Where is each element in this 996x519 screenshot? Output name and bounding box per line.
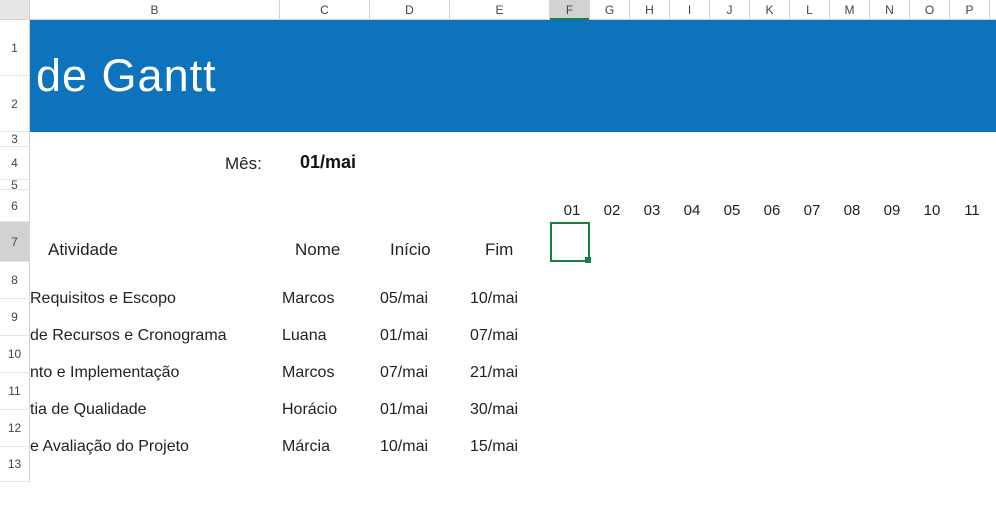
row-header-2[interactable]: 2: [0, 76, 30, 132]
column-header-P[interactable]: P: [950, 0, 990, 19]
column-header-E[interactable]: E: [450, 0, 550, 19]
row-header-11[interactable]: 11: [0, 373, 30, 410]
gantt-day-cell: 08: [832, 202, 872, 219]
header-atividade: Atividade: [48, 240, 118, 260]
column-header-G[interactable]: G: [590, 0, 630, 19]
month-label: Mês:: [225, 154, 262, 174]
row-header-1[interactable]: 1: [0, 20, 30, 76]
active-cell-outline: [550, 222, 590, 262]
row-header-8[interactable]: 8: [0, 262, 30, 299]
column-header-L[interactable]: L: [790, 0, 830, 19]
column-header-M[interactable]: M: [830, 0, 870, 19]
cell-atividade: de Recursos e Cronograma: [30, 327, 227, 345]
column-header-C[interactable]: C: [280, 0, 370, 19]
cell-fim: 15/mai: [470, 438, 518, 456]
gantt-day-cell: 09: [872, 202, 912, 219]
fill-handle[interactable]: [585, 257, 591, 263]
column-header-H[interactable]: H: [630, 0, 670, 19]
cell-nome: Márcia: [282, 438, 330, 456]
row-header-13[interactable]: 13: [0, 447, 30, 482]
cell-atividade: nto e Implementação: [30, 364, 179, 382]
cell-fim: 10/mai: [470, 290, 518, 308]
row-header-10[interactable]: 10: [0, 336, 30, 373]
row-header-9[interactable]: 9: [0, 299, 30, 336]
gantt-day-cell: 02: [592, 202, 632, 219]
cell-atividade: Requisitos e Escopo: [30, 290, 176, 308]
cell-inicio: 07/mai: [380, 364, 428, 382]
column-header-D[interactable]: D: [370, 0, 450, 19]
cell-inicio: 05/mai: [380, 290, 428, 308]
cell-nome: Marcos: [282, 364, 334, 382]
cell-inicio: 01/mai: [380, 327, 428, 345]
cell-fim: 21/mai: [470, 364, 518, 382]
header-nome: Nome: [295, 240, 340, 260]
month-value[interactable]: 01/mai: [300, 152, 356, 173]
gantt-day-cell: 04: [672, 202, 712, 219]
cell-nome: Horácio: [282, 401, 337, 419]
cell-inicio: 10/mai: [380, 438, 428, 456]
row-header-7[interactable]: 7: [0, 222, 30, 262]
select-all-corner[interactable]: [0, 0, 30, 19]
gantt-day-cell: 10: [912, 202, 952, 219]
cell-fim: 30/mai: [470, 401, 518, 419]
cell-atividade: e Avaliação do Projeto: [30, 438, 189, 456]
gantt-day-cell: 01: [552, 202, 592, 219]
row-header-6[interactable]: 6: [0, 190, 30, 222]
cell-fim: 07/mai: [470, 327, 518, 345]
gantt-day-cell: 03: [632, 202, 672, 219]
column-header-B[interactable]: B: [30, 0, 280, 19]
cell-nome: Marcos: [282, 290, 334, 308]
column-header-N[interactable]: N: [870, 0, 910, 19]
row-header-3[interactable]: 3: [0, 132, 30, 147]
cell-atividade: tia de Qualidade: [30, 401, 147, 419]
row-header-4[interactable]: 4: [0, 147, 30, 180]
cell-nome: Luana: [282, 327, 327, 345]
column-header-I[interactable]: I: [670, 0, 710, 19]
gantt-day-cell: 11: [952, 202, 992, 219]
column-header-F[interactable]: F: [550, 0, 590, 19]
row-header-5[interactable]: 5: [0, 180, 30, 190]
column-header-J[interactable]: J: [710, 0, 750, 19]
cell-inicio: 01/mai: [380, 401, 428, 419]
title-text: de Gantt: [36, 50, 217, 102]
title-banner: de Gantt: [30, 20, 996, 132]
row-header-12[interactable]: 12: [0, 410, 30, 447]
column-header-row: BCDEFGHIJKLMNOP: [0, 0, 996, 20]
column-header-K[interactable]: K: [750, 0, 790, 19]
gantt-day-cell: 07: [792, 202, 832, 219]
sheet-content[interactable]: de Gantt Mês: 01/mai 0102030405060708091…: [30, 20, 996, 519]
row-header-column: 12345678910111213: [0, 20, 30, 482]
column-header-O[interactable]: O: [910, 0, 950, 19]
header-fim: Fim: [485, 240, 513, 260]
header-inicio: Início: [390, 240, 431, 260]
gantt-day-cell: 06: [752, 202, 792, 219]
gantt-day-header: 0102030405060708091011: [552, 202, 992, 219]
gantt-day-cell: 05: [712, 202, 752, 219]
